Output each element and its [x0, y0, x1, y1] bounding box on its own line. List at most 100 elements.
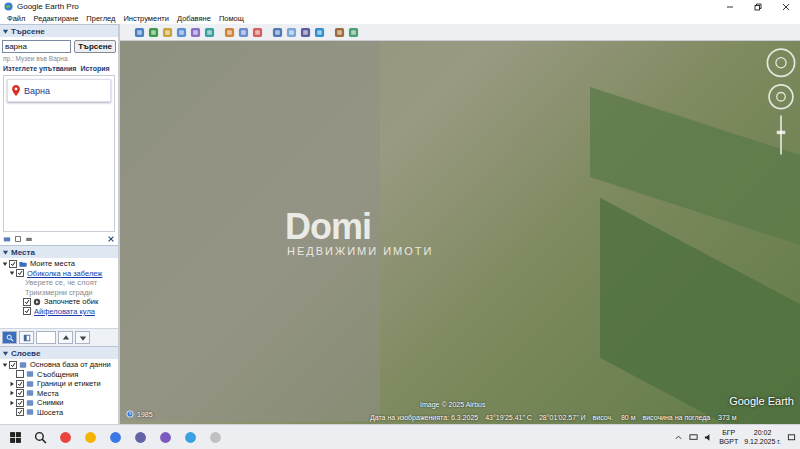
toolbar-button-icon[interactable]	[314, 27, 325, 38]
place-item[interactable]: Уверете се, че слоят	[0, 278, 118, 288]
close-icon[interactable]	[772, 1, 800, 13]
menu-item[interactable]: Преглед	[82, 14, 119, 23]
toolbar-button-icon[interactable]	[300, 27, 311, 38]
search-button[interactable]: Търсене	[74, 40, 116, 53]
place-item[interactable]: Айфеловата кула	[0, 307, 118, 317]
folder-icon[interactable]	[3, 235, 11, 243]
expand-icon[interactable]	[2, 261, 8, 267]
toolbar-button-icon[interactable]	[162, 27, 173, 38]
toolbar-button-icon[interactable]	[238, 27, 249, 38]
checkbox[interactable]	[16, 370, 24, 378]
layer-item[interactable]: Шосета	[0, 408, 118, 418]
toolbar-button-icon[interactable]	[148, 27, 159, 38]
restore-icon[interactable]	[744, 1, 772, 13]
place-item[interactable]: Започнете обик	[0, 297, 118, 307]
tray-arrow-icon[interactable]	[674, 433, 683, 442]
notification-icon[interactable]	[787, 433, 796, 442]
copy-icon[interactable]	[14, 235, 22, 243]
navigation-icon[interactable]	[764, 45, 798, 157]
place-item[interactable]: Триизмерни сгради	[0, 288, 118, 298]
search-icon[interactable]	[31, 431, 50, 444]
satellite-map[interactable]: Domi НЕДВИЖИМИ ИМОТИ 1985 Image © 2025 A…	[120, 41, 800, 424]
network-icon[interactable]	[689, 433, 698, 442]
toolbar-button-icon[interactable]	[176, 27, 187, 38]
print-icon[interactable]	[25, 235, 33, 243]
menu-item[interactable]: Файл	[3, 14, 29, 23]
menu-item[interactable]: Помощ	[215, 14, 248, 23]
taskbar-app-icon[interactable]	[181, 431, 200, 444]
checkbox[interactable]	[16, 380, 24, 388]
checkbox[interactable]	[23, 298, 31, 306]
place-item[interactable]: Обиколка на забележ	[0, 269, 118, 279]
menu-item[interactable]: Добавяне	[173, 14, 215, 23]
layers-tree: Основна база от данни Съобщения Граници …	[0, 359, 118, 424]
toolbar-button-icon[interactable]	[272, 27, 283, 38]
toolbar-button-icon[interactable]	[252, 27, 263, 38]
places-header[interactable]: Места	[0, 245, 118, 258]
minimize-icon[interactable]	[716, 1, 744, 13]
search-input[interactable]: варна	[2, 40, 71, 53]
search-link[interactable]: История	[80, 65, 109, 72]
volume-icon[interactable]	[704, 433, 713, 442]
checkbox[interactable]	[16, 408, 24, 416]
panel-button[interactable]	[19, 331, 34, 344]
expand-icon[interactable]	[2, 362, 8, 368]
taskbar-app-icon[interactable]	[81, 431, 100, 444]
taskbar-app-icon[interactable]	[131, 431, 150, 444]
up-arrow-icon	[62, 334, 70, 342]
clock[interactable]: 20:02 9.12.2025 г.	[744, 428, 781, 446]
toolbar-button-icon[interactable]	[190, 27, 201, 38]
toolbar-button-icon[interactable]	[204, 27, 215, 38]
layer-item[interactable]: Съобщения	[0, 370, 118, 380]
layer-item[interactable]: Места	[0, 389, 118, 399]
checkbox[interactable]	[16, 269, 24, 277]
collapse-icon[interactable]	[2, 28, 9, 35]
checkbox[interactable]	[16, 399, 24, 407]
expand-icon[interactable]	[9, 390, 15, 396]
status-item: височ. 80 м	[593, 414, 636, 421]
taskbar-app-icon[interactable]	[206, 431, 225, 444]
toolbar-button-icon[interactable]	[286, 27, 297, 38]
windows-start-icon[interactable]	[6, 431, 25, 444]
search-header[interactable]: Търсене	[0, 24, 118, 37]
search-tool-button[interactable]	[2, 331, 17, 344]
expand-icon[interactable]	[9, 400, 15, 406]
toolbar-button-icon[interactable]	[224, 27, 235, 38]
checkbox[interactable]	[9, 361, 17, 369]
checkbox[interactable]	[9, 260, 17, 268]
layer-icon	[26, 389, 34, 397]
menu-item[interactable]: Инструменти	[119, 14, 173, 23]
checkbox[interactable]	[16, 389, 24, 397]
layer-item[interactable]: Снимки	[0, 398, 118, 408]
taskbar-app-icon[interactable]	[106, 431, 125, 444]
layer-item[interactable]: Основна база от данни	[0, 360, 118, 370]
search-icon	[6, 334, 14, 342]
google-earth-logo: Google Earth	[729, 395, 794, 407]
collapse-icon[interactable]	[2, 350, 9, 357]
expand-icon[interactable]	[9, 381, 15, 387]
layers-header[interactable]: Слоеве	[0, 346, 118, 359]
status-item: Дата на изображенията: 6.3.2025	[370, 414, 478, 421]
menu-item[interactable]: Редактиране	[29, 14, 82, 23]
search-result[interactable]: Варна	[7, 79, 111, 102]
checkbox[interactable]	[23, 307, 31, 315]
expand-icon[interactable]	[9, 270, 15, 276]
blank-field[interactable]	[36, 331, 56, 344]
layer-item[interactable]: Граници и етикети	[0, 379, 118, 389]
place-item[interactable]: Моите места	[0, 259, 118, 269]
toolbar-button-icon[interactable]	[334, 27, 345, 38]
collapse-icon[interactable]	[2, 249, 9, 256]
layer-icon	[26, 380, 34, 388]
taskbar-app-icon[interactable]	[156, 431, 175, 444]
down-button[interactable]	[75, 331, 90, 344]
navigation-controls[interactable]	[764, 45, 798, 159]
historical-imagery-year[interactable]: 1985	[126, 410, 153, 418]
toolbar-button-icon[interactable]	[348, 27, 359, 38]
search-link[interactable]: Изтеглете упътвания	[3, 65, 76, 72]
language-indicator[interactable]: БГР BGPT	[719, 428, 738, 446]
up-button[interactable]	[58, 331, 73, 344]
status-item: 43°19'25.41" С	[485, 414, 532, 421]
taskbar-app-icon[interactable]	[56, 431, 75, 444]
toolbar-button-icon[interactable]	[134, 27, 145, 38]
close-icon[interactable]	[107, 235, 115, 243]
